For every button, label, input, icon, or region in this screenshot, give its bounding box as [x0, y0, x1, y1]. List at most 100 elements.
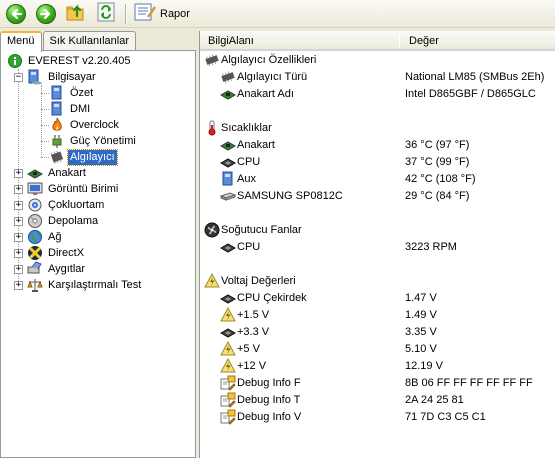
tree-item-dmi[interactable]: DMI	[49, 101, 92, 117]
tree-item-multimedia[interactable]: Çokluortam	[27, 197, 106, 213]
section-title: Voltaj Değerleri	[221, 274, 296, 287]
tree-expander-expand[interactable]: +	[14, 249, 23, 258]
section-title: Sıcaklıklar	[221, 121, 272, 134]
item-value: 36 °C (97 °F)	[405, 138, 470, 151]
tree-item-devices[interactable]: Aygıtlar	[27, 261, 87, 277]
tree-root[interactable]: EVEREST v2.20.405	[7, 53, 133, 69]
section-header[interactable]: Algılayıcı Özellikleri	[200, 52, 555, 68]
tree-item-overclock[interactable]: Overclock	[49, 117, 121, 133]
item-name: Aux	[237, 172, 256, 185]
tree-line	[41, 93, 49, 94]
refresh-icon	[97, 2, 115, 25]
item-name: +1.5 V	[237, 308, 270, 321]
tree-item-summary[interactable]: Özet	[49, 85, 95, 101]
toolbar-separator	[125, 3, 127, 24]
list-item[interactable]: +12 V 12.19 V	[200, 358, 555, 374]
voltage-warning-icon	[204, 273, 220, 289]
list-item[interactable]: Debug Info F 8B 06 FF FF FF FF FF FF	[200, 375, 555, 391]
directx-icon	[27, 245, 43, 261]
refresh-button[interactable]	[93, 2, 119, 26]
back-button[interactable]	[3, 2, 29, 26]
list-item[interactable]: CPU 37 °C (99 °F)	[200, 154, 555, 170]
column-header: BilgiAlanı Değer	[200, 31, 555, 51]
column-header-value[interactable]: Değer	[409, 35, 439, 47]
up-button[interactable]	[63, 2, 89, 26]
tree-expander-collapse[interactable]: −	[14, 73, 23, 82]
list-item[interactable]: CPU Çekirdek 1.47 V	[200, 290, 555, 306]
thermometer-icon	[204, 120, 220, 136]
tree-line	[41, 125, 49, 126]
tree-line	[41, 157, 49, 158]
tree-item-storage[interactable]: Depolama	[27, 213, 100, 229]
tree-item-label: Ağ	[48, 230, 62, 243]
item-name: +12 V	[237, 359, 267, 372]
multimedia-icon	[27, 197, 43, 213]
tree-item-network[interactable]: Ağ	[27, 229, 63, 245]
tab-menu[interactable]: Menü	[0, 31, 42, 52]
list-item[interactable]: Anakart Adı Intel D865GBF / D865GLC	[200, 86, 555, 102]
list-item[interactable]: Aux 42 °C (108 °F)	[200, 171, 555, 187]
tree-expander-expand[interactable]: +	[14, 169, 23, 178]
item-name: CPU	[237, 240, 261, 253]
tree-item-benchmark[interactable]: Karşılaştırmalı Test	[27, 277, 143, 293]
item-value: 1.49 V	[405, 308, 437, 321]
hard-disk-icon	[220, 188, 236, 204]
tree-expander-expand[interactable]: +	[14, 233, 23, 242]
folder-up-icon	[65, 2, 87, 25]
list-item[interactable]: +5 V 5.10 V	[200, 341, 555, 357]
tree-item-display[interactable]: Görüntü Birimi	[27, 181, 120, 197]
navigation-tree-pane: EVEREST v2.20.405 − Bilgisayar Özet DMI	[0, 50, 196, 458]
section-header[interactable]: Voltaj Değerleri	[200, 273, 555, 289]
tree-expander-expand[interactable]: +	[14, 281, 23, 290]
list-item[interactable]: SAMSUNG SP0812C 29 °C (84 °F)	[200, 188, 555, 204]
list-item[interactable]: Debug Info V 71 7D C3 C5 C1	[200, 409, 555, 425]
left-tabs: Menü Sık Kullanılanlar	[0, 31, 137, 52]
tree-expander-expand[interactable]: +	[14, 201, 23, 210]
forward-button[interactable]	[33, 2, 59, 26]
report-button[interactable]: Rapor	[131, 3, 193, 25]
item-name: Anakart Adı	[237, 87, 294, 100]
tree-item-directx[interactable]: DirectX	[27, 245, 86, 261]
tree-expander-expand[interactable]: +	[14, 217, 23, 226]
tree-item-label: Güç Yönetimi	[70, 134, 136, 147]
list-item[interactable]: Anakart 36 °C (97 °F)	[200, 137, 555, 153]
list-item[interactable]: +1.5 V 1.49 V	[200, 307, 555, 323]
cpu-icon	[220, 290, 236, 306]
tree-expander-expand[interactable]: +	[14, 185, 23, 194]
tree-line	[41, 85, 42, 157]
tree-item-label: Aygıtlar	[48, 262, 86, 275]
toolbar: Rapor	[0, 0, 555, 28]
item-value: 8B 06 FF FF FF FF FF FF	[405, 376, 533, 389]
tree-item-power[interactable]: Güç Yönetimi	[49, 133, 138, 149]
list-item[interactable]: CPU 3223 RPM	[200, 239, 555, 255]
computer-icon	[49, 85, 65, 101]
column-header-field[interactable]: BilgiAlanı	[208, 35, 254, 47]
list-item[interactable]: Debug Info T 2A 24 25 81	[200, 392, 555, 408]
debug-info-icon	[220, 409, 236, 425]
forward-arrow-icon	[36, 3, 56, 24]
computer-icon	[49, 101, 65, 117]
report-icon	[134, 3, 157, 24]
item-value: 37 °C (99 °F)	[405, 155, 470, 168]
item-name: CPU Çekirdek	[237, 291, 307, 304]
sensor-chip-icon	[204, 52, 220, 68]
column-separator[interactable]	[399, 34, 400, 48]
fan-icon	[204, 222, 220, 238]
section-header[interactable]: Sıcaklıklar	[200, 120, 555, 136]
section-title: Soğutucu Fanlar	[221, 223, 302, 236]
tree-item-motherboard[interactable]: Anakart	[27, 165, 88, 181]
section-header[interactable]: Soğutucu Fanlar	[200, 222, 555, 238]
tree-item-label: Görüntü Birimi	[48, 182, 119, 195]
list-item[interactable]: Algılayıcı Türü National LM85 (SMBus 2Eh…	[200, 69, 555, 85]
list-item[interactable]: +3.3 V 3.35 V	[200, 324, 555, 340]
aux-computer-icon	[220, 171, 236, 187]
computer-icon	[27, 69, 43, 85]
tab-favorites[interactable]: Sık Kullanılanlar	[42, 31, 137, 51]
item-name: Anakart	[237, 138, 275, 151]
tree-expander-expand[interactable]: +	[14, 265, 23, 274]
tree-item-label: Özet	[70, 86, 94, 99]
tree-item-computer[interactable]: Bilgisayar	[27, 69, 98, 85]
report-label: Rapor	[160, 7, 190, 20]
tree-item-sensor[interactable]: Algılayıcı	[49, 148, 118, 166]
tree-root-label: EVEREST v2.20.405	[28, 54, 131, 67]
